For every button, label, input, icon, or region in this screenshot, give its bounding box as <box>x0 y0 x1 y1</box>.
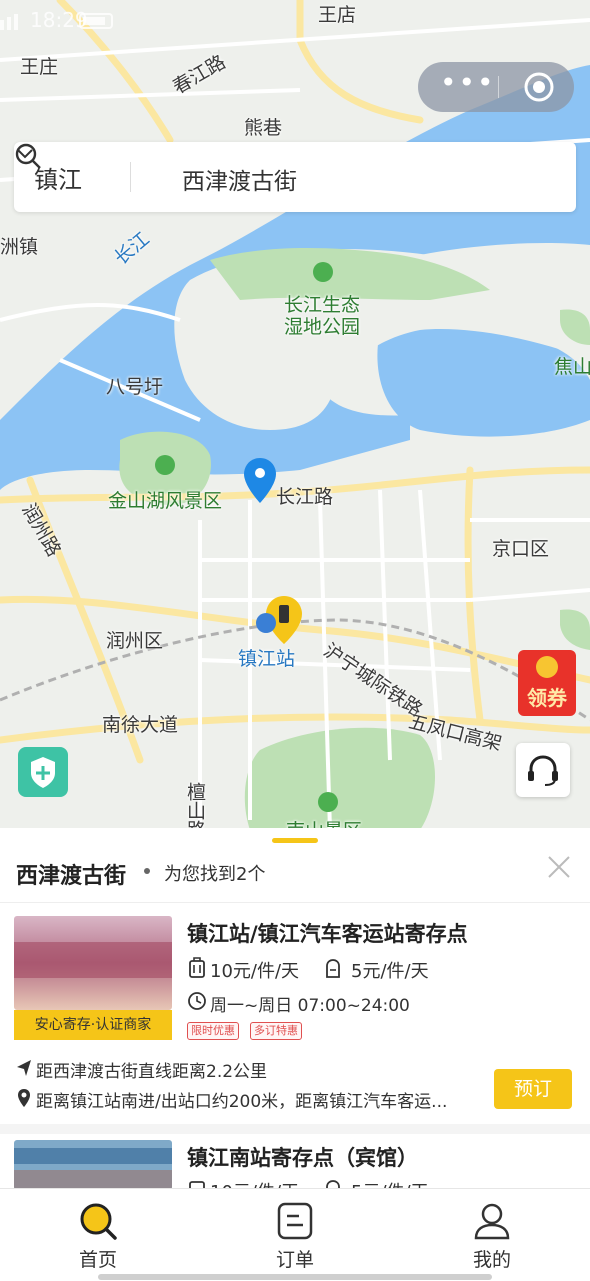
sheet-drag-handle[interactable] <box>272 838 318 843</box>
tab-bar: 首页 订单 我的 <box>0 1188 590 1281</box>
camera-scenic-icon <box>318 792 338 812</box>
navigation-arrow-icon <box>17 1060 31 1076</box>
search-bar[interactable]: 镇江 西津渡古街 <box>14 142 576 212</box>
coupon-label: 领券 <box>527 686 567 710</box>
book-button[interactable]: 预订 <box>494 1069 572 1109</box>
order-icon <box>277 1202 313 1240</box>
map-label-zhou-town: 洲镇 <box>0 236 39 258</box>
backpack-icon <box>326 959 340 978</box>
tab-orders[interactable]: 订单 <box>235 1189 355 1281</box>
result-count: 为您找到2个 <box>164 864 266 885</box>
map-label-wangzhuang: 王庄 <box>20 56 59 78</box>
search-icon <box>80 1203 117 1240</box>
tab-profile-label: 我的 <box>472 1249 511 1271</box>
results-sheet: 西津渡古街 为您找到2个 安心寄存·认证商家 镇江站/镇江汽车客运站寄存点 10… <box>0 828 590 1190</box>
search-icon <box>15 143 41 169</box>
promo-tag-limited: 限时优惠 <box>187 1022 239 1040</box>
map-label-nanxu-avenue: 南徐大道 <box>102 714 179 736</box>
map-label-bahaowei: 八号圩 <box>106 376 164 398</box>
tab-home-label: 首页 <box>78 1249 117 1271</box>
sheet-title-dot <box>144 868 150 874</box>
headset-icon <box>528 755 558 786</box>
map-label-wetland-park: 长江生态 湿地公园 <box>284 294 361 338</box>
scenic-area-icon <box>155 455 175 475</box>
signal-battery-icon <box>0 13 113 30</box>
map-label-xiongxiang: 熊巷 <box>244 117 283 139</box>
tab-profile[interactable]: 我的 <box>432 1189 552 1281</box>
capsule-divider <box>498 76 499 98</box>
profile-icon <box>474 1203 510 1240</box>
coupon-button[interactable]: 领券 <box>518 650 576 716</box>
close-target-icon[interactable] <box>522 70 556 104</box>
more-dots-icon[interactable]: ••• <box>440 69 494 100</box>
search-input[interactable]: 西津渡古街 <box>182 162 297 196</box>
map-label-zhenjiang-station: 镇江站 <box>238 648 296 670</box>
clock-icon <box>188 992 206 1010</box>
map-label-runzhou-district: 润州区 <box>106 630 164 652</box>
price-luggage: 10元/件/天 <box>210 961 300 982</box>
storage-photo <box>14 916 172 1010</box>
map-label-jinshan: 金山湖风景区 <box>108 490 223 512</box>
customer-service-button[interactable] <box>516 743 570 797</box>
park-tree-icon <box>313 262 333 282</box>
tab-orders-label: 订单 <box>275 1249 314 1271</box>
luggage-icon <box>189 957 205 978</box>
map-label-jingkou: 京口区 <box>492 538 550 560</box>
miniprogram-capsule[interactable]: ••• <box>418 62 574 112</box>
card-separator <box>0 1124 590 1134</box>
map-label-changjiang-road: 长江路 <box>276 486 334 508</box>
coupon-coin-icon <box>536 656 558 678</box>
certified-tag: 安心寄存·认证商家 <box>14 1010 172 1040</box>
tab-home[interactable]: 首页 <box>38 1189 158 1281</box>
address-text: 距离镇江站南进/出站口约200米，距离镇江汽车客运... <box>36 1092 448 1112</box>
sheet-divider <box>0 902 590 903</box>
map-canvas[interactable] <box>0 0 590 830</box>
home-indicator <box>98 1274 492 1280</box>
map-label-tanshan-road: 檀山路 <box>184 782 206 830</box>
distance-text: 距西津渡古街直线距离2.2公里 <box>36 1062 268 1082</box>
map[interactable]: 王庄 王店 春江路 熊巷 洲镇 长江 长江生态 湿地公园 焦山 八号圩 金山湖风… <box>0 0 590 830</box>
opening-hours: 周一~周日 07:00~24:00 <box>210 996 410 1016</box>
sheet-title: 西津渡古街 <box>16 864 127 889</box>
promo-tag-multi: 多订特惠 <box>250 1022 302 1040</box>
status-bar: 18:29 <box>0 0 590 40</box>
price-bag: 5元/件/天 <box>351 961 429 982</box>
map-label-jiaoshan: 焦山 <box>554 356 590 378</box>
insurance-shield-button[interactable] <box>18 747 68 797</box>
search-divider <box>130 162 131 192</box>
storage-name[interactable]: 镇江站/镇江汽车客运站寄存点 <box>187 918 468 948</box>
train-station-icon <box>256 613 276 633</box>
storage-name[interactable]: 镇江南站寄存点（宾馆） <box>187 1142 418 1172</box>
location-icon <box>18 1089 30 1107</box>
close-icon[interactable] <box>546 854 572 880</box>
shield-plus-icon <box>31 757 55 788</box>
